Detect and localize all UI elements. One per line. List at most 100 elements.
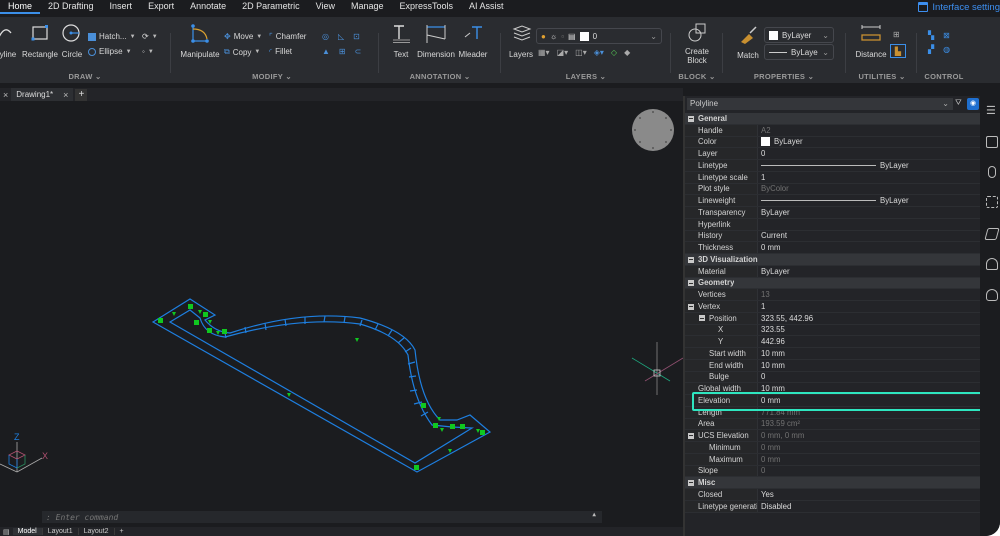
layout-tab-model[interactable]: Model xyxy=(12,528,43,535)
block-group-label[interactable]: BLOCK ⌄ xyxy=(672,72,722,81)
rotate-draw-button[interactable]: ⟳ ▼ xyxy=(142,32,158,41)
layout-tab-layout1[interactable]: Layout1 xyxy=(43,528,79,535)
point-button[interactable]: ◦ ▼ xyxy=(142,47,154,56)
property-row[interactable]: Bulge 0 xyxy=(685,371,981,384)
close-prev-tab-icon[interactable]: × xyxy=(0,90,11,100)
grip-points[interactable] xyxy=(158,304,485,470)
property-row[interactable]: Layer 0 xyxy=(685,148,981,160)
menu-tab-export[interactable]: Export xyxy=(140,0,182,14)
chamfer-button[interactable]: ⌜ Chamfer xyxy=(269,32,306,41)
tab-drawing1[interactable]: Drawing1* × xyxy=(11,88,74,101)
property-row[interactable]: Maximum 0 mm xyxy=(685,453,981,466)
property-row[interactable]: Area 193.59 cm² xyxy=(685,418,981,431)
collapse-icon[interactable] xyxy=(699,315,705,322)
filter-icon[interactable]: ⛛ xyxy=(955,98,965,110)
property-value[interactable]: 1 xyxy=(758,173,765,182)
create-block-button[interactable]: Create Block xyxy=(676,22,718,65)
property-row[interactable]: Plot style ByColor xyxy=(685,183,981,196)
explode-icon[interactable]: ⊞ xyxy=(339,47,346,56)
stretch-icon[interactable]: ⊡ xyxy=(353,32,360,41)
property-value[interactable]: ByLayer xyxy=(758,208,790,217)
menu-tab-2d-drafting[interactable]: 2D Drafting xyxy=(40,0,102,14)
property-row[interactable]: History Current xyxy=(685,230,981,243)
layers-group-label[interactable]: LAYERS ⌄ xyxy=(502,72,670,81)
collapse-icon[interactable] xyxy=(688,256,694,263)
balloon-icon[interactable] xyxy=(986,258,998,270)
add-layout-button[interactable]: + xyxy=(115,528,129,535)
property-row[interactable]: Vertices 13 xyxy=(685,289,981,301)
eye-icon[interactable]: ◉ xyxy=(967,98,979,110)
collapse-icon[interactable] xyxy=(688,479,694,486)
property-value[interactable]: 0 mm xyxy=(758,443,781,452)
property-row[interactable]: Linetype scale 1 xyxy=(685,171,981,184)
property-value[interactable]: ByLayer xyxy=(758,267,790,276)
rectangle-button[interactable]: Rectangle xyxy=(20,23,60,59)
properties-group-label[interactable]: PROPERTIES ⌄ xyxy=(724,72,844,81)
property-value[interactable]: 0 xyxy=(758,372,765,381)
drafting-icon[interactable] xyxy=(984,228,1000,240)
mleader-button[interactable]: Mleader xyxy=(456,23,490,59)
layers-panel-icon[interactable] xyxy=(986,136,998,148)
drawing-canvas[interactable]: Z X xyxy=(0,101,683,525)
linetype-dropdown[interactable]: ByLaye ⌄ xyxy=(764,44,834,60)
collapse-icon[interactable] xyxy=(688,303,694,310)
property-value[interactable]: Current xyxy=(758,231,787,240)
layout-tab-layout2[interactable]: Layout2 xyxy=(79,528,115,535)
circle-button[interactable]: Circle xyxy=(60,23,84,59)
layer-match-icon[interactable]: ◈▾ xyxy=(594,48,604,57)
interface-settings-button[interactable]: Interface setting xyxy=(918,0,1000,14)
manipulate-button[interactable]: Manipulate xyxy=(178,23,222,59)
property-value[interactable]: 0 xyxy=(758,466,765,475)
property-value[interactable]: ByLayer xyxy=(758,196,909,205)
collapse-icon[interactable] xyxy=(688,115,694,122)
property-row[interactable]: Hyperlink xyxy=(685,218,981,231)
property-value[interactable]: 0 mm xyxy=(758,455,781,464)
measure-button[interactable]: ▙ xyxy=(890,44,906,58)
calculator-button[interactable]: ⊞ xyxy=(893,30,900,39)
polyline-entity[interactable] xyxy=(151,298,492,473)
property-row[interactable]: UCS Elevation 0 mm, 0 mm xyxy=(685,430,981,442)
match-button[interactable]: Match xyxy=(732,24,764,60)
property-row[interactable]: Material ByLayer xyxy=(685,265,981,278)
utilities-group-label[interactable]: UTILITIES ⌄ xyxy=(847,72,917,81)
ellipse-button[interactable]: Ellipse ▼ xyxy=(88,47,132,56)
property-row[interactable]: Handle A2 xyxy=(685,124,981,137)
command-line-input[interactable]: : Enter command ▲ xyxy=(42,511,602,523)
command-history-toggle-icon[interactable]: ▲ xyxy=(592,511,596,518)
layer-dropdown[interactable]: ● ☼ ▫ ▤ 0 ⌄ xyxy=(536,28,662,44)
control-icon-3[interactable]: ▞ xyxy=(928,45,934,54)
menu-tab-expresstools[interactable]: ExpressTools xyxy=(392,0,462,14)
property-category[interactable]: Misc xyxy=(685,477,981,489)
menu-tab-home[interactable]: Home xyxy=(0,0,41,14)
control-icon-1[interactable]: ▚ xyxy=(928,31,934,40)
control-icon-4[interactable]: ◍ xyxy=(943,45,950,54)
dimension-button[interactable]: Dimension xyxy=(416,23,456,59)
selection-dropdown[interactable]: Polyline ⌄ xyxy=(687,98,953,110)
property-row[interactable]: Transparency ByLayer xyxy=(685,207,981,219)
layers-button[interactable]: Layers xyxy=(508,23,534,59)
property-value[interactable]: 1 xyxy=(758,302,765,311)
polyline-button[interactable]: yline xyxy=(0,23,22,59)
control-icon-2[interactable]: ⊠ xyxy=(943,31,950,40)
property-value[interactable]: Disabled xyxy=(758,502,791,511)
cloud-upload-icon[interactable] xyxy=(986,289,998,301)
property-value[interactable]: 442.96 xyxy=(758,337,785,346)
fillet-button[interactable]: ◜ Fillet xyxy=(269,47,292,56)
paperclip-icon[interactable] xyxy=(988,166,996,178)
property-row[interactable]: Slope 0 xyxy=(685,465,981,478)
property-value[interactable]: Yes xyxy=(758,490,774,499)
collapse-icon[interactable] xyxy=(688,432,694,439)
property-value[interactable]: ByLayer xyxy=(758,137,803,147)
property-row[interactable]: Lineweight ByLayer xyxy=(685,195,981,207)
property-row[interactable]: Color ByLayer xyxy=(685,136,981,149)
blocks-grid-icon[interactable] xyxy=(986,196,998,208)
property-row[interactable]: End width 10 mm xyxy=(685,359,981,372)
property-row[interactable]: Closed Yes xyxy=(685,489,981,501)
property-row[interactable]: Vertex 1 xyxy=(685,301,981,313)
property-row[interactable]: Position 323.55, 442.96 xyxy=(685,312,981,325)
modify-group-label[interactable]: MODIFY ⌄ xyxy=(172,72,372,81)
copy-button[interactable]: ⧉ Copy ▼ xyxy=(224,47,260,57)
menu-tab-2d-parametric[interactable]: 2D Parametric xyxy=(234,0,308,14)
menu-tab-insert[interactable]: Insert xyxy=(102,0,141,14)
property-value[interactable]: 0 mm xyxy=(758,243,781,252)
